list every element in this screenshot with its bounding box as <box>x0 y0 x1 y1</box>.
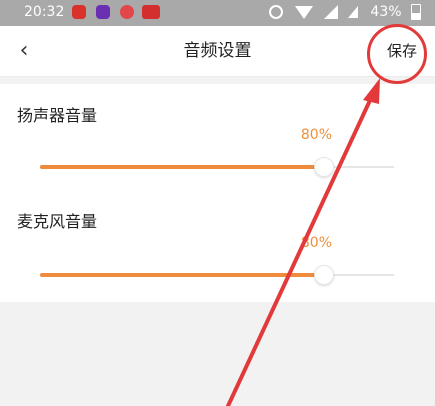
battery-icon <box>411 4 421 20</box>
settings-panel: 扬声器音量 80% 麦克风音量 80% <box>0 84 435 302</box>
app-notification-icon <box>96 5 110 19</box>
app-notification-icon <box>120 5 134 19</box>
speaker-volume-value: 80% <box>300 127 332 143</box>
status-time: 20:32 <box>24 4 65 20</box>
app-notification-icon <box>142 5 160 19</box>
alarm-icon <box>268 5 283 19</box>
slider-thumb[interactable] <box>314 157 334 177</box>
slider-fill <box>40 165 323 169</box>
app-notification-icon <box>72 5 86 19</box>
status-icons: 43% <box>268 4 421 22</box>
battery-percent: 43% <box>370 4 402 20</box>
signal-icon <box>347 6 358 18</box>
status-bar: 20:32 43% <box>0 0 435 26</box>
slider-fill <box>40 273 323 277</box>
signal-icon <box>323 5 338 19</box>
back-arrow-icon: ‹ <box>19 38 29 63</box>
back-button[interactable]: ‹ <box>10 36 38 66</box>
microphone-volume-slider[interactable] <box>40 265 394 285</box>
wifi-icon <box>295 5 314 19</box>
speaker-volume-slider[interactable] <box>40 157 394 177</box>
microphone-volume-value: 80% <box>300 235 332 251</box>
annotation-circle <box>367 24 427 84</box>
speaker-volume-label: 扬声器音量 <box>17 106 98 125</box>
slider-thumb[interactable] <box>314 265 334 285</box>
microphone-volume-label: 麦克风音量 <box>17 212 98 231</box>
